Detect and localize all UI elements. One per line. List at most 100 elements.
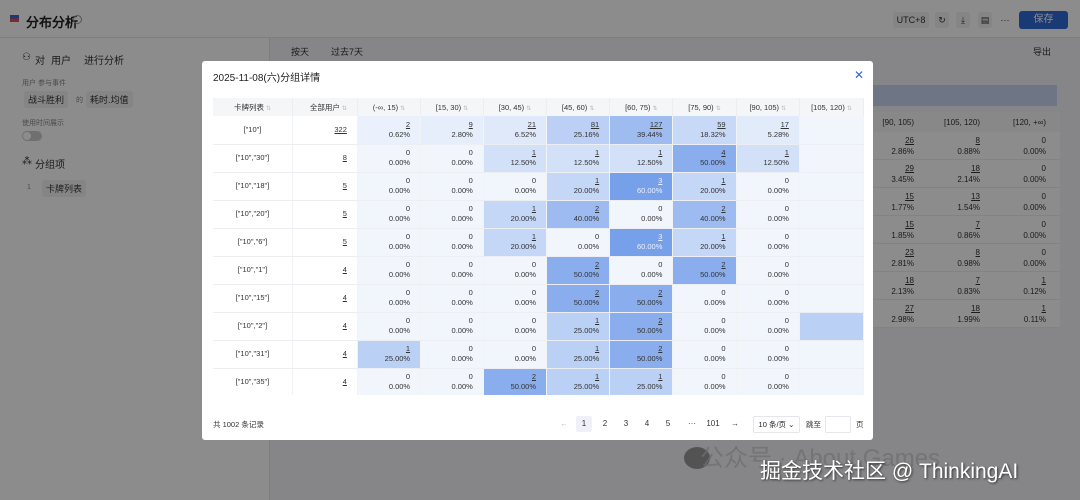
bin-count[interactable]: 2: [547, 204, 599, 214]
row-total-link[interactable]: 5: [292, 200, 358, 229]
bin-count[interactable]: 1: [484, 204, 536, 214]
bin-cell[interactable]: 2 50.00%: [546, 284, 611, 313]
bin-count[interactable]: 127: [610, 120, 663, 130]
page-button[interactable]: 5: [660, 416, 676, 432]
bin-cell[interactable]: 2 50.00%: [483, 368, 548, 395]
page-button[interactable]: 2: [597, 416, 613, 432]
page-button[interactable]: 101: [702, 416, 724, 432]
bin-count[interactable]: 1: [547, 148, 599, 158]
bin-cell[interactable]: 1 20.00%: [672, 172, 737, 201]
column-header[interactable]: [75, 90) ⇅: [672, 98, 737, 116]
bin-count[interactable]: 59: [673, 120, 725, 130]
bin-count[interactable]: 1: [358, 344, 410, 354]
column-header[interactable]: [60, 75) ⇅: [609, 98, 674, 116]
page-button[interactable]: ···: [681, 416, 703, 432]
bin-cell[interactable]: 21 6.52%: [483, 116, 548, 145]
bin-count[interactable]: 2: [547, 288, 599, 298]
bin-count[interactable]: 3: [610, 232, 662, 242]
bin-cell[interactable]: 2 50.00%: [672, 256, 737, 285]
row-total-link[interactable]: 4: [292, 312, 358, 341]
bin-count[interactable]: 4: [673, 148, 725, 158]
bin-count[interactable]: 2: [610, 288, 662, 298]
row-total-link[interactable]: 4: [292, 284, 358, 313]
bin-cell[interactable]: 59 18.32%: [672, 116, 737, 145]
bin-cell[interactable]: 2 50.00%: [609, 284, 674, 313]
bin-count[interactable]: 2: [610, 344, 662, 354]
bin-count[interactable]: 1: [610, 372, 662, 382]
column-header[interactable]: [90, 105) ⇅: [736, 98, 800, 116]
row-total-link[interactable]: 4: [292, 256, 358, 285]
bin-cell[interactable]: 3 60.00%: [609, 172, 674, 201]
bin-count[interactable]: 2: [547, 260, 599, 270]
sort-icon[interactable]: ⇅: [463, 106, 468, 112]
sort-icon[interactable]: ⇅: [400, 106, 405, 112]
bin-cell[interactable]: 2 50.00%: [609, 312, 674, 341]
column-header[interactable]: [15, 30) ⇅: [420, 98, 484, 116]
bin-count[interactable]: 1: [737, 148, 789, 158]
bin-cell[interactable]: 1 20.00%: [546, 172, 611, 201]
bin-count[interactable]: 17: [737, 120, 789, 130]
column-header[interactable]: [105, 120) ⇅: [799, 98, 864, 116]
bin-cell[interactable]: 1 25.00%: [609, 368, 674, 395]
bin-cell[interactable]: 2 40.00%: [546, 200, 611, 229]
bin-cell[interactable]: 1 20.00%: [672, 228, 737, 257]
bin-cell[interactable]: 2 40.00%: [672, 200, 737, 229]
bin-count[interactable]: 3: [610, 176, 662, 186]
bin-cell[interactable]: 17 5.28%: [736, 116, 800, 145]
row-total-link[interactable]: 322: [292, 116, 358, 145]
bin-count[interactable]: 1: [547, 372, 599, 382]
sort-icon[interactable]: ⇅: [653, 106, 658, 112]
detail-table-scroll[interactable]: 卡牌列表 ⇅ 全部用户 ⇅ (-∞, 15) ⇅ [15, 30) ⇅ [30, 45) ⇅ [45…: [213, 98, 864, 395]
row-total-link[interactable]: 4: [292, 340, 358, 369]
row-total-link[interactable]: 8: [292, 144, 358, 173]
bin-cell[interactable]: 1 12.50%: [736, 144, 800, 173]
page-button[interactable]: 3: [618, 416, 634, 432]
bin-count[interactable]: 1: [547, 176, 599, 186]
prev-page-icon[interactable]: ←: [556, 416, 572, 432]
page-button[interactable]: 4: [639, 416, 655, 432]
column-header[interactable]: 全部用户 ⇅: [292, 98, 358, 116]
bin-count[interactable]: 1: [547, 344, 599, 354]
bin-cell[interactable]: 2 50.00%: [609, 340, 674, 369]
bin-cell[interactable]: 81 25.16%: [546, 116, 611, 145]
sort-icon[interactable]: ⇅: [781, 106, 786, 112]
column-header[interactable]: [30, 45) ⇅: [483, 98, 548, 116]
bin-cell[interactable]: 1 25.00%: [546, 368, 611, 395]
next-page-icon[interactable]: →: [727, 416, 743, 432]
page-size-select[interactable]: 10 条/页 ⌄: [753, 416, 800, 433]
bin-count[interactable]: 1: [484, 232, 536, 242]
bin-count[interactable]: 1: [547, 316, 599, 326]
row-total-link[interactable]: 5: [292, 172, 358, 201]
sort-icon[interactable]: ⇅: [526, 106, 531, 112]
page-button[interactable]: 1: [576, 416, 592, 432]
jump-page-input[interactable]: [825, 416, 851, 433]
sort-icon[interactable]: ⇅: [342, 106, 347, 112]
bin-cell[interactable]: 2 0.62%: [357, 116, 422, 145]
column-header[interactable]: [45, 60) ⇅: [546, 98, 611, 116]
sort-icon[interactable]: ⇅: [716, 106, 721, 112]
bin-count[interactable]: 1: [673, 176, 725, 186]
row-total-link[interactable]: 5: [292, 228, 358, 257]
sort-icon[interactable]: ⇅: [266, 106, 271, 112]
bin-cell[interactable]: 1 25.00%: [357, 340, 422, 369]
bin-count[interactable]: 9: [421, 120, 473, 130]
bin-count[interactable]: 2: [673, 204, 725, 214]
close-icon[interactable]: ✕: [854, 68, 864, 82]
column-header[interactable]: 卡牌列表 ⇅: [213, 98, 293, 116]
bin-cell[interactable]: 1 25.00%: [546, 312, 611, 341]
sort-icon[interactable]: ⇅: [589, 106, 594, 112]
bin-count[interactable]: 1: [610, 148, 662, 158]
bin-cell[interactable]: 1 12.50%: [609, 144, 674, 173]
bin-count[interactable]: 2: [484, 372, 536, 382]
bin-cell[interactable]: 2 50.00%: [546, 256, 611, 285]
bin-cell[interactable]: 1 12.50%: [546, 144, 611, 173]
bin-count[interactable]: 2: [358, 120, 410, 130]
bin-cell[interactable]: 1 20.00%: [483, 200, 548, 229]
bin-count[interactable]: 21: [484, 120, 536, 130]
column-header[interactable]: (-∞, 15) ⇅: [357, 98, 422, 116]
bin-cell[interactable]: 3 60.00%: [609, 228, 674, 257]
bin-cell[interactable]: 1 25.00%: [546, 340, 611, 369]
bin-cell[interactable]: 4 50.00%: [672, 144, 737, 173]
bin-count[interactable]: 2: [610, 316, 662, 326]
bin-cell[interactable]: 1 20.00%: [483, 228, 548, 257]
